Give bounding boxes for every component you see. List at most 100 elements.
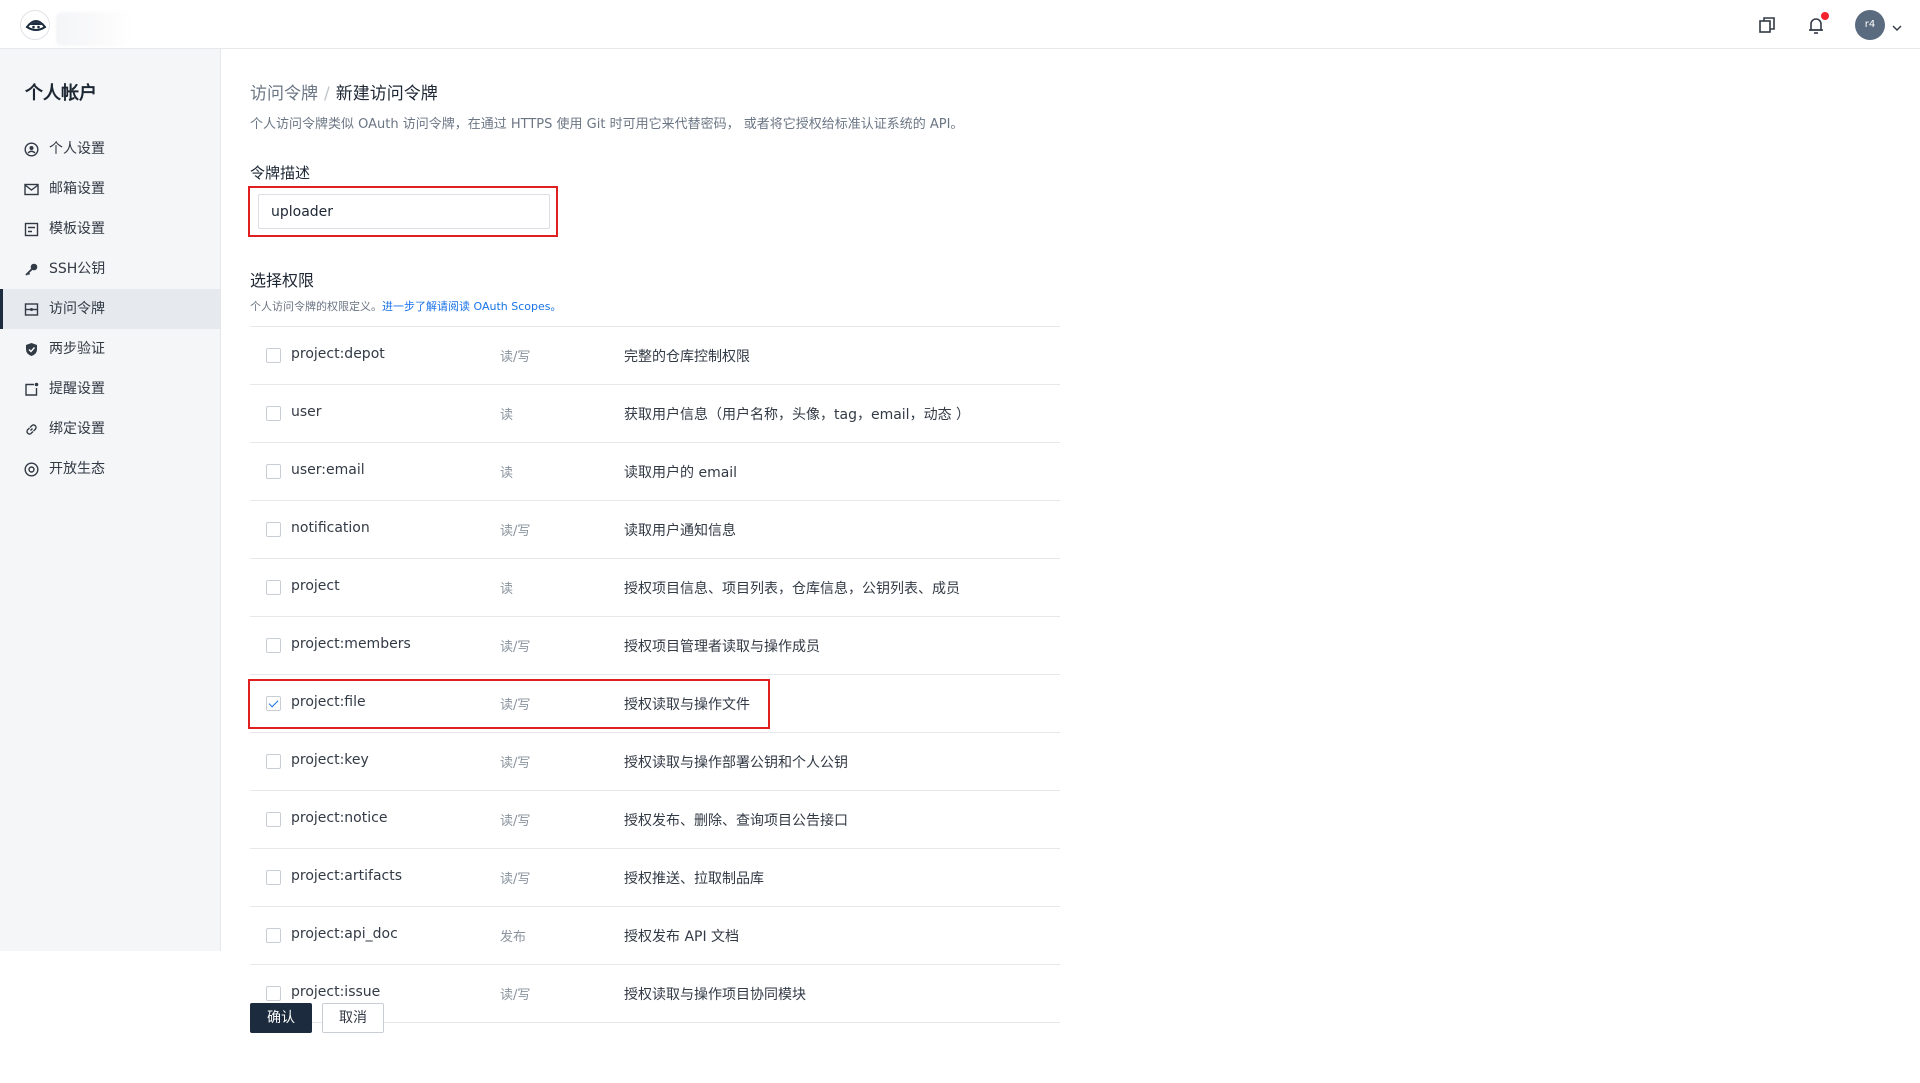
scope-description: 授权项目管理者读取与操作成员 bbox=[624, 639, 820, 655]
user-circle-icon bbox=[24, 142, 39, 157]
scope-description: 授权发布 API 文档 bbox=[624, 929, 740, 945]
oauth-scopes-link[interactable]: 进一步了解请阅读 OAuth Scopes。 bbox=[382, 300, 561, 313]
scope-name: project:api_doc bbox=[291, 926, 398, 942]
page-title: 新建访问令牌 bbox=[335, 84, 438, 104]
scope-description: 授权推送、拉取制品库 bbox=[624, 871, 764, 887]
scope-access: 读/写 bbox=[500, 872, 531, 887]
table-row: project 读 授权项目信息、项目列表，仓库信息，公钥列表、成员 bbox=[250, 559, 1060, 617]
sidebar-item-label: 开放生态 bbox=[49, 461, 105, 477]
sidebar-item-access-tokens[interactable]: 访问令牌 bbox=[0, 289, 220, 329]
scope-name: user bbox=[291, 404, 322, 420]
permissions-title: 选择权限 bbox=[250, 271, 315, 290]
copy-window-icon[interactable] bbox=[1756, 14, 1778, 36]
scope-description: 授权读取与操作项目协同模块 bbox=[624, 987, 806, 1003]
scope-access: 发布 bbox=[500, 930, 527, 945]
breadcrumb-separator: / bbox=[324, 84, 330, 104]
scope-checkbox[interactable] bbox=[266, 928, 281, 943]
table-row: project:artifacts 读/写 授权推送、拉取制品库 bbox=[250, 849, 1060, 907]
permissions-description: 个人访问令牌的权限定义。进一步了解请阅读 OAuth Scopes。 bbox=[250, 298, 561, 314]
scope-description: 授权项目信息、项目列表，仓库信息，公钥列表、成员 bbox=[624, 581, 960, 597]
key-icon bbox=[24, 262, 39, 277]
scope-description: 授权读取与操作文件 bbox=[624, 697, 750, 713]
sidebar-item-reminder-settings[interactable]: 提醒设置 bbox=[0, 369, 220, 409]
link-icon bbox=[24, 422, 39, 437]
scope-checkbox[interactable] bbox=[266, 870, 281, 885]
scope-description: 读取用户的 email bbox=[624, 465, 738, 481]
scope-checkbox[interactable] bbox=[266, 812, 281, 827]
sidebar-item-personal-settings[interactable]: 个人设置 bbox=[0, 129, 220, 169]
sidebar-item-label: 两步验证 bbox=[49, 341, 105, 357]
scope-name: project:depot bbox=[291, 346, 385, 362]
reminder-icon bbox=[24, 382, 39, 397]
sidebar-nav: 个人设置 邮箱设置 模板设置 SSH公钥 访问令牌 两步验证 提醒设置 绑定设置… bbox=[0, 129, 220, 489]
sidebar-item-label: 模板设置 bbox=[49, 221, 105, 237]
scope-checkbox[interactable] bbox=[266, 348, 281, 363]
page-description: 个人访问令牌类似 OAuth 访问令牌，在通过 HTTPS 使用 Git 时可用… bbox=[250, 117, 964, 132]
scope-description: 授权读取与操作部署公钥和个人公钥 bbox=[624, 755, 848, 771]
scope-access: 读/写 bbox=[500, 756, 531, 771]
table-row: project:file 读/写 授权读取与操作文件 bbox=[250, 675, 1060, 733]
sidebar-item-label: 访问令牌 bbox=[49, 301, 105, 317]
table-row: user 读 获取用户信息（用户名称，头像，tag，email，动态 ） bbox=[250, 385, 1060, 443]
token-field-highlight bbox=[248, 186, 558, 237]
mascot-logo-icon[interactable] bbox=[20, 10, 50, 40]
breadcrumb-parent[interactable]: 访问令牌 bbox=[250, 84, 318, 104]
top-bar: r4 bbox=[0, 0, 1920, 49]
scope-access: 读/写 bbox=[500, 988, 531, 1003]
mail-icon bbox=[24, 182, 39, 197]
scope-name: notification bbox=[291, 520, 370, 536]
table-row: project:api_doc 发布 授权发布 API 文档 bbox=[250, 907, 1060, 965]
table-row: notification 读/写 读取用户通知信息 bbox=[250, 501, 1060, 559]
scope-access: 读 bbox=[500, 582, 514, 597]
scope-checkbox-checked[interactable] bbox=[266, 696, 281, 711]
scope-name: project:issue bbox=[291, 984, 381, 1000]
scope-checkbox[interactable] bbox=[266, 986, 281, 1001]
sidebar-item-label: 邮箱设置 bbox=[49, 181, 105, 197]
template-icon bbox=[24, 222, 39, 237]
scope-checkbox[interactable] bbox=[266, 580, 281, 595]
sidebar-item-ssh-keys[interactable]: SSH公钥 bbox=[0, 249, 220, 289]
breadcrumb: 访问令牌 / 新建访问令牌 bbox=[250, 79, 438, 104]
sidebar-item-two-step-verification[interactable]: 两步验证 bbox=[0, 329, 220, 369]
scope-checkbox[interactable] bbox=[266, 464, 281, 479]
table-row: project:members 读/写 授权项目管理者读取与操作成员 bbox=[250, 617, 1060, 675]
scope-name: project:artifacts bbox=[291, 868, 403, 884]
sidebar-item-open-ecosystem[interactable]: 开放生态 bbox=[0, 449, 220, 489]
cancel-button[interactable]: 取消 bbox=[322, 1003, 384, 1033]
table-row: user:email 读 读取用户的 email bbox=[250, 443, 1060, 501]
scope-checkbox[interactable] bbox=[266, 522, 281, 537]
scope-checkbox[interactable] bbox=[266, 754, 281, 769]
scope-name: project:key bbox=[291, 752, 369, 768]
scope-checkbox[interactable] bbox=[266, 406, 281, 421]
sidebar-item-label: 绑定设置 bbox=[49, 421, 105, 437]
chevron-down-icon[interactable] bbox=[1891, 19, 1903, 31]
confirm-button[interactable]: 确认 bbox=[250, 1003, 312, 1033]
scope-name: user:email bbox=[291, 462, 365, 478]
scope-access: 读/写 bbox=[500, 698, 531, 713]
sidebar-item-label: 个人设置 bbox=[49, 141, 105, 157]
avatar[interactable]: r4 bbox=[1855, 10, 1885, 40]
sidebar-item-label: SSH公钥 bbox=[49, 261, 106, 277]
scope-description: 读取用户通知信息 bbox=[624, 523, 736, 539]
scope-name: project:notice bbox=[291, 810, 388, 826]
sidebar-item-template-settings[interactable]: 模板设置 bbox=[0, 209, 220, 249]
scope-access: 读 bbox=[500, 408, 514, 423]
token-description-input[interactable] bbox=[258, 194, 550, 229]
token-description-label: 令牌描述 bbox=[250, 164, 311, 182]
scope-access: 读/写 bbox=[500, 640, 531, 655]
sidebar-item-binding-settings[interactable]: 绑定设置 bbox=[0, 409, 220, 449]
sidebar-title: 个人帐户 bbox=[25, 83, 97, 104]
scope-name: project bbox=[291, 578, 340, 594]
sidebar-item-email-settings[interactable]: 邮箱设置 bbox=[0, 169, 220, 209]
notification-dot bbox=[1821, 12, 1829, 20]
scope-access: 读/写 bbox=[500, 814, 531, 829]
scope-checkbox[interactable] bbox=[266, 638, 281, 653]
sidebar: 个人帐户 个人设置 邮箱设置 模板设置 SSH公钥 访问令牌 两步验证 提醒设置 bbox=[0, 49, 221, 951]
permissions-description-text: 个人访问令牌的权限定义。 bbox=[250, 300, 382, 313]
scope-description: 完整的仓库控制权限 bbox=[624, 349, 750, 365]
scope-description: 授权发布、删除、查询项目公告接口 bbox=[624, 813, 848, 829]
permissions-table: project:depot 读/写 完整的仓库控制权限 user 读 获取用户信… bbox=[250, 326, 1060, 1023]
scope-access: 读/写 bbox=[500, 524, 531, 539]
scope-name: project:members bbox=[291, 636, 411, 652]
sidebar-item-label: 提醒设置 bbox=[49, 381, 105, 397]
